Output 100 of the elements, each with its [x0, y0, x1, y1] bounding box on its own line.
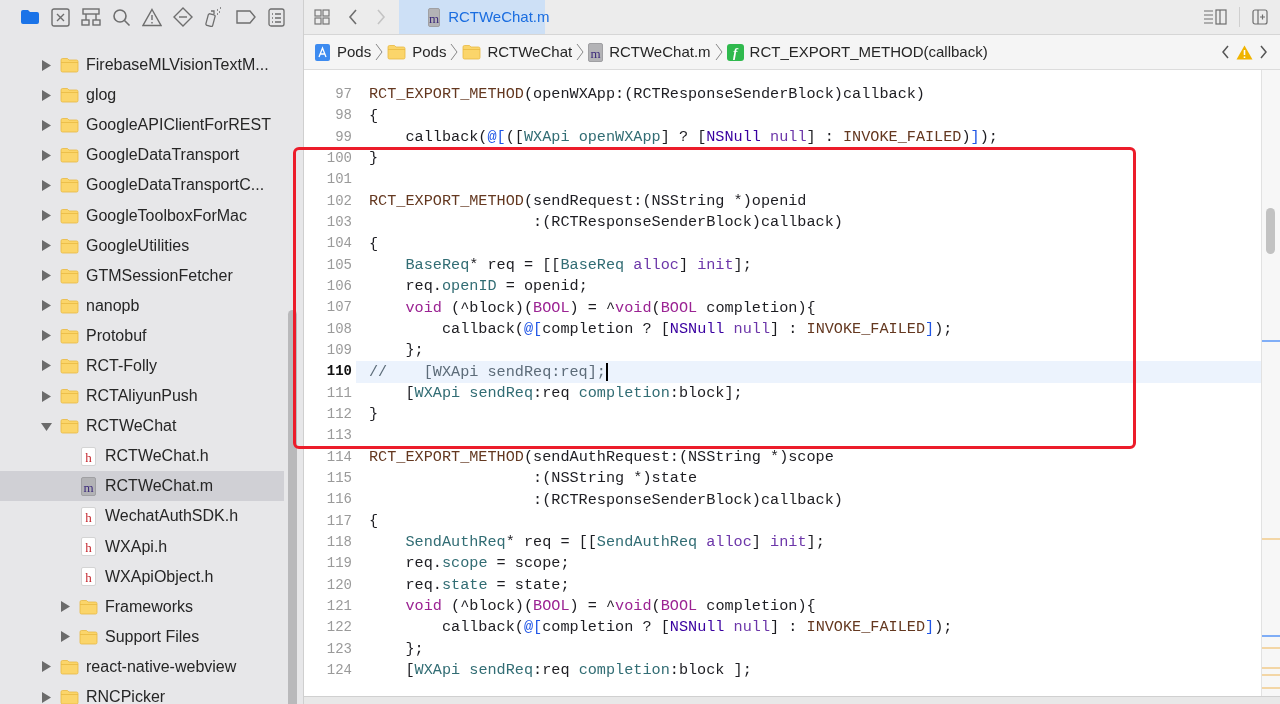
folder-icon[interactable] [20, 9, 40, 25]
warning-icon[interactable] [142, 7, 162, 27]
collapsed-triangle-icon[interactable] [41, 179, 52, 191]
navigator-item[interactable]: m RCTWeChat.m [0, 471, 284, 502]
search-icon[interactable] [112, 7, 131, 27]
line-number: 101 [325, 170, 352, 190]
folder-icon [60, 388, 79, 405]
folder-icon [60, 237, 79, 254]
file-icon: h [81, 537, 96, 557]
line-number: 110 [325, 362, 352, 382]
back-icon[interactable] [348, 9, 358, 25]
navigator-item[interactable]: RCTWeChat [0, 411, 284, 442]
grid-icon[interactable] [314, 9, 330, 25]
folder-icon [60, 207, 79, 224]
next-issue-icon[interactable] [1259, 45, 1268, 59]
hierarchy-icon[interactable] [81, 7, 101, 27]
line-number: 120 [325, 575, 352, 595]
line-number: 107 [325, 298, 352, 318]
navigator-item[interactable]: react-native-webview [0, 651, 284, 682]
inspector-toggle-icon[interactable] [1203, 9, 1227, 25]
collapsed-triangle-icon[interactable] [41, 360, 52, 372]
navigator-item[interactable]: h WechatAuthSDK.h [0, 501, 284, 532]
line-number: 114 [325, 447, 352, 467]
collapsed-triangle-icon[interactable] [41, 59, 52, 71]
line-number: 115 [325, 469, 352, 489]
navigator-item[interactable]: GoogleAPIClientForREST [0, 110, 284, 141]
code-line: BaseReq* req = [[BaseReq alloc] init]; [404, 254, 753, 276]
code-line: [WXApi sendReq:req completion:block]; [404, 382, 744, 404]
breadcrumb-item[interactable]: Pods [387, 40, 447, 64]
collapsed-triangle-icon[interactable] [41, 661, 52, 673]
collapsed-triangle-icon[interactable] [41, 240, 52, 252]
file-icon: h [81, 567, 96, 587]
navigator-item[interactable]: GoogleDataTransport [0, 140, 284, 171]
collapsed-triangle-icon[interactable] [41, 330, 52, 342]
breadcrumb-item[interactable]: RCTWeChat [462, 40, 573, 64]
navigator-item[interactable]: GoogleDataTransportC... [0, 170, 284, 201]
breadcrumb-item[interactable]: Pods [314, 40, 372, 64]
collapsed-triangle-icon[interactable] [41, 149, 52, 161]
navigator-item[interactable]: RCT-Folly [0, 350, 284, 382]
code-line: callback(@[completion ? [NSNull null] : INVOKE_FAILED]); [440, 617, 954, 639]
navigator-item[interactable]: GoogleUtilities [0, 230, 284, 261]
scrollbar-thumb[interactable] [1266, 208, 1275, 254]
navigator-item[interactable]: nanopb [0, 290, 284, 321]
folder-icon [60, 418, 79, 435]
add-editor-icon[interactable] [1252, 9, 1268, 25]
line-number: 118 [325, 533, 352, 553]
previous-issue-icon[interactable] [1221, 45, 1230, 59]
collapsed-triangle-icon[interactable] [41, 119, 52, 131]
navigator-item[interactable]: GTMSessionFetcher [0, 260, 284, 291]
folder-icon [60, 267, 79, 284]
code-line: :(RCTResponseSenderBlock)callback) [532, 489, 844, 511]
code-line: { [368, 105, 380, 127]
chevron-icon [714, 43, 723, 61]
collapsed-triangle-icon[interactable] [60, 631, 71, 643]
collapsed-triangle-icon[interactable] [41, 89, 52, 101]
line-number: 100 [325, 149, 352, 169]
navigator-item[interactable]: Support Files [0, 621, 284, 652]
folder-icon [60, 57, 79, 74]
expanded-triangle-icon[interactable] [41, 420, 52, 432]
navigator-item[interactable]: FirebaseMLVisionTextM... [0, 50, 284, 81]
code-line: SendAuthReq* req = [[SendAuthReq alloc] init]; [404, 532, 826, 554]
close-square-icon[interactable] [51, 7, 70, 27]
navigator-item[interactable]: h WXApiObject.h [0, 561, 284, 592]
navigator-item[interactable]: h RCTWeChat.h [0, 441, 284, 472]
breadcrumb-item[interactable]: f RCT_EXPORT_METHOD(callback) [726, 40, 988, 64]
spray-can-icon[interactable] [204, 7, 224, 27]
code-line: req.scope = scope; [404, 553, 571, 575]
navigator-item[interactable]: RCTAliyunPush [0, 381, 284, 412]
collapsed-triangle-icon[interactable] [41, 390, 52, 402]
navigator-item[interactable]: h WXApi.h [0, 531, 284, 562]
navigator-item[interactable]: Frameworks [0, 591, 284, 622]
line-number: 102 [325, 191, 352, 211]
line-number: 105 [325, 255, 352, 275]
line-number: 97 [334, 85, 352, 105]
code-line: req.openID = openid; [404, 276, 589, 298]
code-line: }; [404, 638, 425, 660]
scrollbar-thumb[interactable] [288, 310, 297, 704]
code-line: RCT_EXPORT_METHOD(sendRequest:(NSString *)openid [368, 190, 808, 212]
code-line: } [368, 148, 380, 170]
navigator-item[interactable]: glog [0, 80, 284, 111]
tag-icon[interactable] [235, 10, 257, 24]
breadcrumb-item[interactable]: m RCTWeChat.m [588, 40, 711, 64]
code-line: :(NSString *)state [532, 468, 699, 490]
chevron-icon [576, 43, 585, 61]
chevron-icon [375, 43, 384, 61]
navigator-item[interactable]: Protobuf [0, 320, 284, 351]
collapsed-triangle-icon[interactable] [41, 210, 52, 221]
collapsed-triangle-icon[interactable] [41, 691, 52, 703]
folder-icon [60, 87, 79, 104]
folder-icon [60, 147, 79, 164]
navigator-item[interactable]: GoogleToolboxForMac [0, 200, 284, 231]
line-number: 109 [325, 341, 352, 361]
scroll-marker [1262, 667, 1280, 669]
collapsed-triangle-icon[interactable] [41, 270, 52, 282]
line-number: 113 [325, 426, 352, 446]
diamond-minus-icon[interactable] [173, 7, 193, 27]
list-icon[interactable] [268, 7, 285, 27]
navigator-item[interactable]: RNCPicker [0, 681, 284, 704]
collapsed-triangle-icon[interactable] [41, 300, 52, 312]
collapsed-triangle-icon[interactable] [60, 601, 71, 613]
